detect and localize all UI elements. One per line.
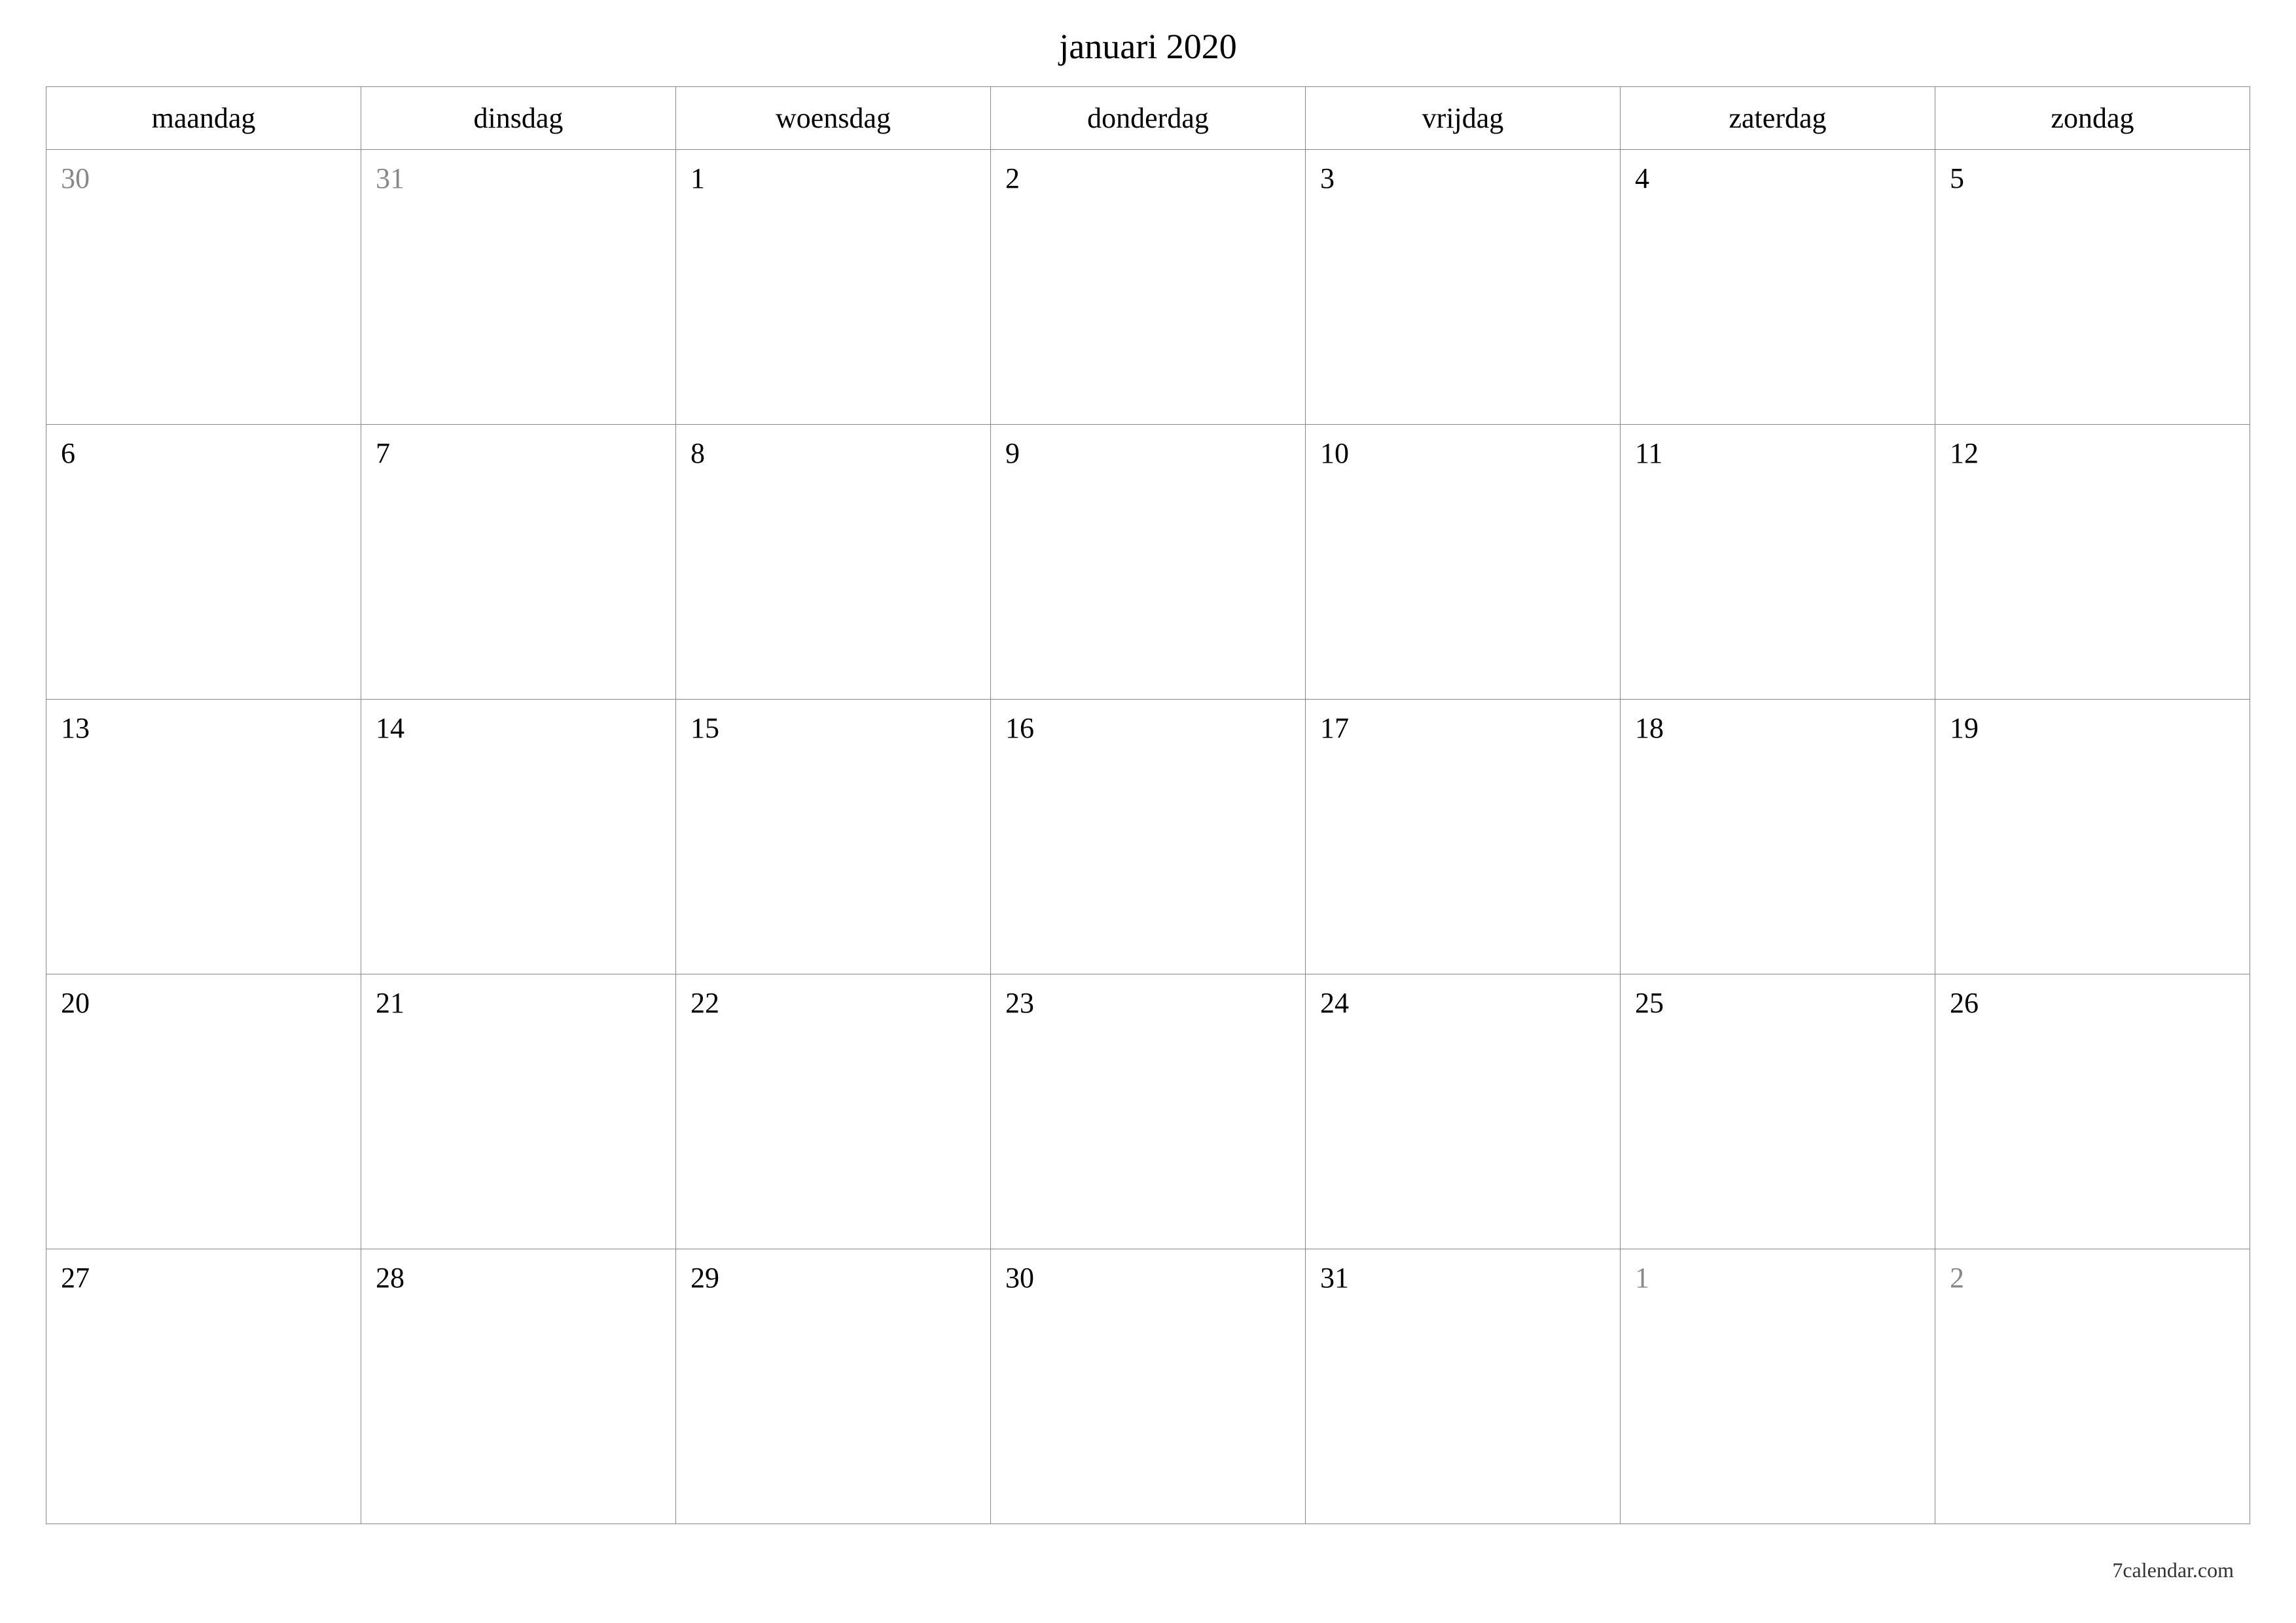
calendar-day-cell: 30	[991, 1249, 1306, 1524]
calendar-grid: maandag dinsdag woensdag donderdag vrijd…	[46, 86, 2250, 1524]
calendar-day-cell: 26	[1935, 974, 2250, 1249]
weekday-header: vrijdag	[1306, 87, 1621, 150]
calendar-body: 30 31 1 2 3 4 5 6 7 8 9 10 11 12 13 14 1…	[46, 150, 2250, 1524]
calendar-day-cell: 22	[676, 974, 991, 1249]
calendar-week-row: 6 7 8 9 10 11 12	[46, 425, 2250, 700]
calendar-day-cell: 2	[1935, 1249, 2250, 1524]
calendar-day-cell: 1	[676, 150, 991, 425]
calendar-day-cell: 27	[46, 1249, 361, 1524]
calendar-day-cell: 28	[361, 1249, 676, 1524]
weekday-header: dinsdag	[361, 87, 676, 150]
calendar-day-cell: 16	[991, 700, 1306, 974]
calendar-day-cell: 25	[1621, 974, 1935, 1249]
calendar-day-cell: 18	[1621, 700, 1935, 974]
weekday-header: donderdag	[991, 87, 1306, 150]
calendar-day-cell: 13	[46, 700, 361, 974]
calendar-day-cell: 5	[1935, 150, 2250, 425]
calendar-day-cell: 21	[361, 974, 676, 1249]
calendar-week-row: 27 28 29 30 31 1 2	[46, 1249, 2250, 1524]
calendar-day-cell: 17	[1306, 700, 1621, 974]
calendar-day-cell: 8	[676, 425, 991, 700]
weekday-header: maandag	[46, 87, 361, 150]
weekday-header-row: maandag dinsdag woensdag donderdag vrijd…	[46, 87, 2250, 150]
calendar-day-cell: 11	[1621, 425, 1935, 700]
calendar-day-cell: 3	[1306, 150, 1621, 425]
calendar-day-cell: 31	[1306, 1249, 1621, 1524]
calendar-day-cell: 31	[361, 150, 676, 425]
weekday-header: zondag	[1935, 87, 2250, 150]
calendar-day-cell: 20	[46, 974, 361, 1249]
calendar-day-cell: 6	[46, 425, 361, 700]
calendar-week-row: 30 31 1 2 3 4 5	[46, 150, 2250, 425]
calendar-day-cell: 23	[991, 974, 1306, 1249]
calendar-day-cell: 30	[46, 150, 361, 425]
calendar-day-cell: 29	[676, 1249, 991, 1524]
calendar-day-cell: 19	[1935, 700, 2250, 974]
calendar-day-cell: 15	[676, 700, 991, 974]
calendar-day-cell: 1	[1621, 1249, 1935, 1524]
calendar-week-row: 13 14 15 16 17 18 19	[46, 700, 2250, 974]
calendar-day-cell: 2	[991, 150, 1306, 425]
calendar-day-cell: 24	[1306, 974, 1621, 1249]
weekday-header: zaterdag	[1621, 87, 1935, 150]
calendar-day-cell: 9	[991, 425, 1306, 700]
calendar-day-cell: 14	[361, 700, 676, 974]
calendar-day-cell: 7	[361, 425, 676, 700]
calendar-week-row: 20 21 22 23 24 25 26	[46, 974, 2250, 1249]
weekday-header: woensdag	[676, 87, 991, 150]
calendar-day-cell: 4	[1621, 150, 1935, 425]
calendar-day-cell: 10	[1306, 425, 1621, 700]
footer-credit: 7calendar.com	[2112, 1558, 2234, 1582]
calendar-day-cell: 12	[1935, 425, 2250, 700]
calendar-title: januari 2020	[46, 26, 2250, 67]
